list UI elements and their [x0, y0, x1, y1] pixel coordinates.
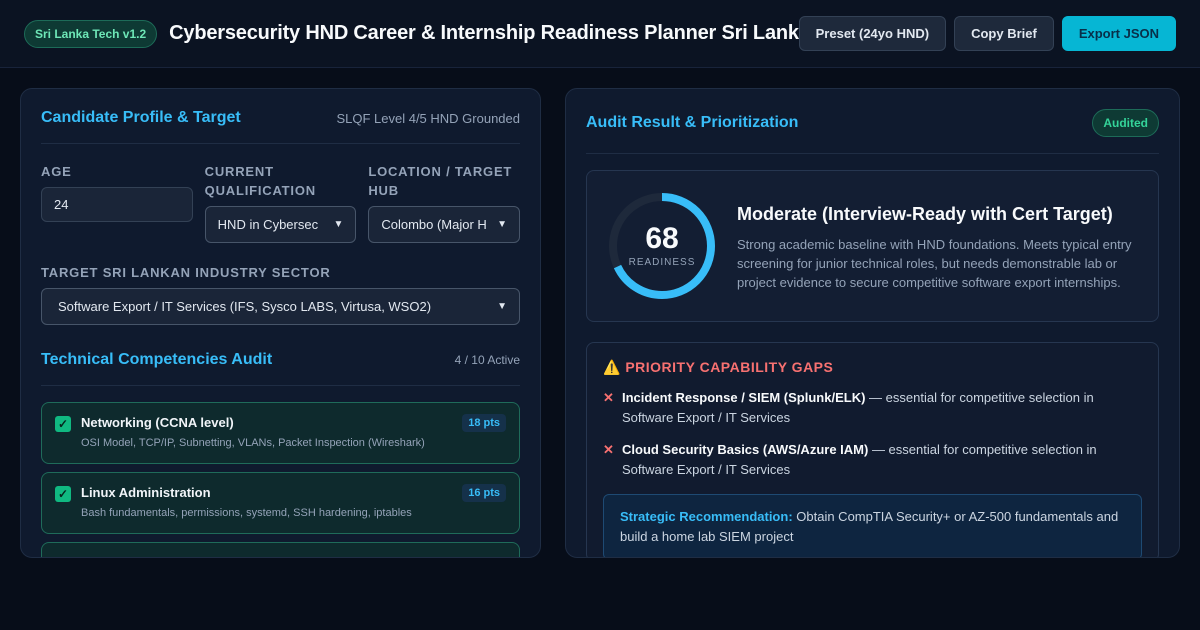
gap-text: Cloud Security Basics (AWS/Azure IAM) — …: [622, 440, 1142, 480]
copy-brief-button[interactable]: Copy Brief: [954, 16, 1054, 51]
recommendation-label: Strategic Recommendation:: [620, 509, 793, 524]
sector-select[interactable]: Software Export / IT Services (IFS, Sysc…: [41, 288, 520, 325]
gaps-title-text: PRIORITY CAPABILITY GAPS: [625, 359, 834, 375]
gauge-text: 68 READINESS: [607, 191, 717, 301]
location-label: Location / Target Hub: [368, 164, 513, 198]
candidate-panel: Candidate Profile & Target SLQF Level 4/…: [20, 88, 541, 558]
cross-icon: ✕: [603, 442, 614, 457]
age-input[interactable]: [41, 187, 193, 222]
export-json-button[interactable]: Export JSON: [1061, 16, 1176, 51]
active-count: 4 / 10 Active: [454, 353, 520, 367]
chevron-down-icon: ▼: [497, 219, 508, 230]
points-badge: 16 pts: [462, 484, 506, 502]
chevron-down-icon: ▼: [333, 219, 344, 230]
chevron-down-icon: ▼: [497, 301, 507, 312]
qualification-field: Current Qualification HND in Cybersec ▼: [204, 162, 357, 243]
audit-panel: Audit Result & Prioritization Audited 68…: [565, 88, 1180, 558]
checkbox-checked[interactable]: ✓: [55, 486, 71, 502]
competencies-header: Technical Competencies Audit 4 / 10 Acti…: [41, 351, 520, 386]
competency-card-linux[interactable]: ✓ Linux Administration Bash fundamentals…: [41, 472, 520, 534]
age-label: Age: [41, 164, 72, 179]
profile-form-row: Age Current Qualification HND in Cyberse…: [41, 162, 521, 243]
gap-item: ✕ Cloud Security Basics (AWS/Azure IAM) …: [603, 440, 1142, 480]
verdict-description: Strong academic baseline with HND founda…: [737, 237, 1132, 290]
warning-icon: ⚠️: [603, 359, 621, 375]
top-bar: Sri Lanka Tech v1.2 Cybersecurity HND Ca…: [0, 0, 1200, 68]
verdict-title: Moderate (Interview-Ready with Cert Targ…: [737, 204, 1113, 224]
competency-desc: OSI Model, TCP/IP, Subnetting, VLANs, Pa…: [81, 437, 425, 449]
version-badge: Sri Lanka Tech v1.2: [24, 19, 158, 48]
gap-text: Incident Response / SIEM (Splunk/ELK) — …: [622, 388, 1142, 428]
app-title: Cybersecurity HND Career & Internship Re…: [169, 22, 810, 44]
location-field: Location / Target Hub Colombo (Major H ▼: [368, 162, 521, 243]
qualification-label: Current Qualification: [204, 164, 316, 198]
competency-desc: Bash fundamentals, permissions, systemd,…: [81, 507, 412, 519]
preset-button[interactable]: Preset (24yo HND): [798, 16, 947, 51]
strategic-recommendation: Strategic Recommendation: Obtain CompTIA…: [603, 494, 1142, 557]
location-value: Colombo (Major H: [381, 217, 487, 232]
readiness-label: READINESS: [628, 257, 696, 268]
sector-value: Software Export / IT Services (IFS, Sysc…: [58, 299, 432, 314]
competency-name: Linux Administration: [81, 485, 211, 500]
gaps-title: ⚠️ PRIORITY CAPABILITY GAPS: [603, 359, 1142, 376]
qualification-select[interactable]: HND in Cybersec ▼: [204, 206, 357, 243]
gaps-card: ⚠️ PRIORITY CAPABILITY GAPS ✕ Incident R…: [586, 342, 1159, 557]
status-badge: Audited: [1092, 109, 1159, 137]
sector-label: Target Sri Lankan Industry Sector: [41, 265, 331, 280]
qualification-value: HND in Cybersec: [217, 217, 319, 232]
audit-header: Audit Result & Prioritization Audited: [586, 109, 1159, 154]
age-field: Age: [41, 162, 193, 243]
points-badge: 18 pts: [462, 414, 506, 432]
competency-card-networking[interactable]: ✓ Networking (CCNA level) OSI Model, TCP…: [41, 402, 520, 464]
score-card: 68 READINESS Moderate (Interview-Ready w…: [586, 170, 1159, 322]
gap-name: Incident Response / SIEM (Splunk/ELK): [622, 390, 866, 405]
gap-name: Cloud Security Basics (AWS/Azure IAM): [622, 442, 869, 457]
slqf-label: SLQF Level 4/5 HND Grounded: [336, 110, 520, 126]
sector-field: Target Sri Lankan Industry Sector Softwa…: [41, 263, 520, 325]
cross-icon: ✕: [603, 390, 614, 405]
competency-name: Networking (CCNA level): [81, 415, 234, 430]
header-actions: Preset (24yo HND) Copy Brief Export JSON: [798, 16, 1176, 51]
readiness-score: 68: [645, 222, 679, 255]
competency-card-partial[interactable]: [41, 542, 520, 557]
competencies-title: Technical Competencies Audit: [41, 351, 273, 368]
audit-title: Audit Result & Prioritization: [586, 114, 799, 131]
location-select[interactable]: Colombo (Major H ▼: [368, 206, 521, 243]
gap-item: ✕ Incident Response / SIEM (Splunk/ELK) …: [603, 388, 1142, 428]
profile-header: Candidate Profile & Target SLQF Level 4/…: [41, 109, 520, 144]
profile-title: Candidate Profile & Target: [41, 109, 241, 126]
checkbox-checked[interactable]: ✓: [55, 416, 71, 432]
